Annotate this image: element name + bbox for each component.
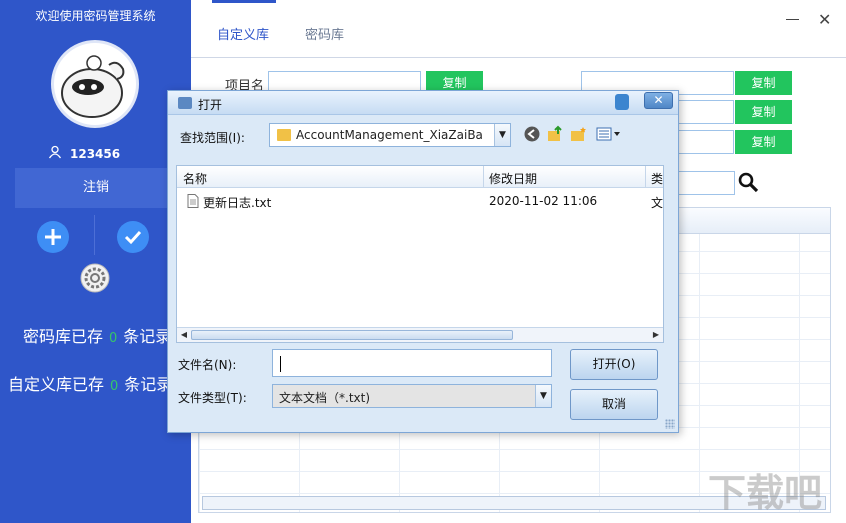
filetype-dropdown[interactable]: 文本文档（*.txt) ▼ [272,384,552,408]
tab-bar: 自定义库 密码库 [191,0,846,58]
divider [94,215,95,255]
dialog-title: 打开 [198,98,223,112]
folder-icon [277,129,291,141]
filetype-label: 文件类型(T): [178,391,247,405]
watermark-logo: 下载吧 [708,471,823,515]
user-icon [48,145,62,162]
scroll-left-icon[interactable]: ◀ [178,329,190,341]
gear-icon[interactable] [79,262,111,294]
scroll-right-icon[interactable]: ▶ [650,329,662,341]
sidebar: 欢迎使用密码管理系统 123456 注销 密码库已存 0 条记录 自定义库已存 … [0,0,191,523]
close-icon[interactable]: ✕ [818,10,831,29]
filename-field[interactable] [272,349,552,377]
dialog-close-button[interactable]: ✕ [644,92,673,109]
text-file-icon [187,194,199,211]
dialog-titlebar[interactable]: 打开 ✕ [168,91,678,115]
back-icon[interactable] [523,125,541,143]
stat-unit: 条记录 [123,327,172,346]
minimize-icon[interactable] [786,19,799,20]
text-caret [280,356,281,372]
avatar[interactable] [51,40,139,128]
tab-custom-library[interactable]: 自定义库 [217,24,269,43]
lookin-dropdown[interactable]: AccountManagement_XiaZaiBa ▼ [269,123,511,147]
user-row: 123456 [48,145,120,162]
logout-button[interactable]: 注销 [15,168,177,208]
dialog-app-icon [178,97,192,109]
chevron-down-icon[interactable]: ▼ [494,124,510,146]
tab-password-library[interactable]: 密码库 [305,24,344,43]
active-tab-indicator [212,0,276,3]
stat-label: 密码库已存 [23,327,104,346]
up-folder-icon[interactable] [546,125,564,143]
username: 123456 [70,146,121,161]
stat-count: 0 [110,379,119,394]
stat-count: 0 [109,331,118,346]
pwd-lib-stat: 密码库已存 0 条记录 [23,323,171,347]
open-file-dialog: 打开 ✕ 查找范围(I): AccountManagement_XiaZaiBa… [167,90,679,433]
resize-grip-icon[interactable] [665,419,675,429]
copy-button[interactable]: 复制 [735,100,792,124]
file-list-header: 名称 修改日期 类 [177,166,663,188]
helper-icon [615,94,629,110]
copy-button[interactable]: 复制 [735,71,792,95]
file-date: 2020-11-02 11:06 [489,194,598,208]
filename-label: 文件名(N): [178,358,237,372]
view-menu-icon[interactable] [596,125,622,143]
new-folder-icon[interactable] [570,125,588,143]
file-list[interactable]: 名称 修改日期 类 更新日志.txt 2020-11-02 11:06 文 ◀ … [176,165,664,343]
filename-input[interactable] [273,350,551,376]
lookin-label: 查找范围(I): [180,131,245,145]
chevron-down-icon[interactable]: ▼ [535,385,551,407]
open-button[interactable]: 打开(O) [570,349,658,380]
filetype-value: 文本文档（*.txt) [279,391,371,405]
file-type: 文 [651,196,664,210]
scroll-thumb[interactable] [191,330,513,340]
column-date[interactable]: 修改日期 [489,170,537,187]
column-separator[interactable] [483,166,484,188]
check-icon[interactable] [117,221,149,253]
horizontal-scrollbar[interactable]: ◀ ▶ [177,327,663,342]
app-title: 欢迎使用密码管理系统 [35,9,156,23]
file-name: 更新日志.txt [203,196,272,210]
search-icon[interactable] [737,171,759,193]
custom-lib-stat: 自定义库已存 0 条记录 [8,371,172,395]
cancel-button[interactable]: 取消 [570,389,658,420]
column-name[interactable]: 名称 [183,170,207,187]
copy-button[interactable]: 复制 [735,130,792,154]
stat-unit: 条记录 [124,375,173,394]
add-icon[interactable] [37,221,69,253]
stat-label: 自定义库已存 [8,375,105,394]
lookin-value: AccountManagement_XiaZaiBa [296,128,483,142]
column-type[interactable]: 类 [651,170,663,187]
search-input[interactable] [677,171,735,195]
column-separator[interactable] [645,166,646,188]
